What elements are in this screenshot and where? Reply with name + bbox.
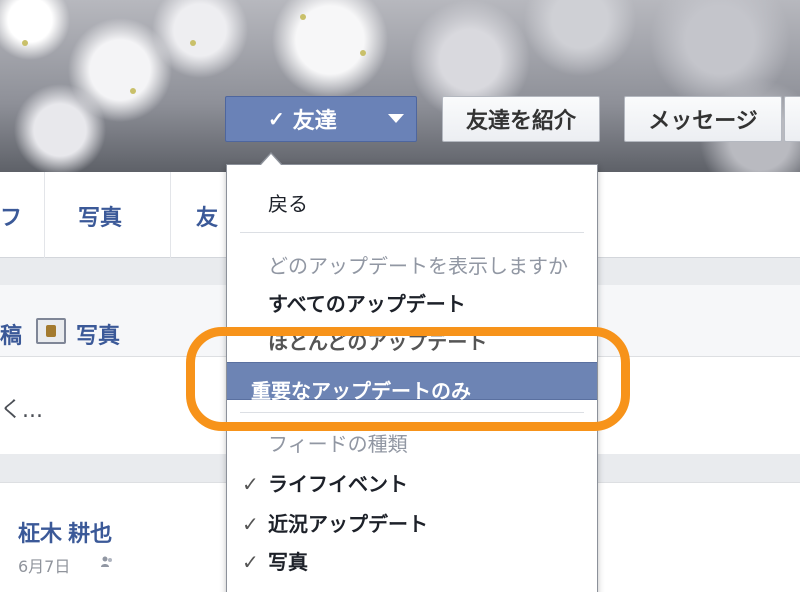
- menu-header-feed-type: フィードの種類: [268, 432, 408, 456]
- composer-tab-partial[interactable]: 稿: [0, 318, 22, 350]
- menu-item-all-updates[interactable]: すべてのアップデート: [268, 288, 466, 317]
- nav-tab-friends[interactable]: 友: [196, 200, 218, 232]
- check-icon: ✓: [242, 552, 259, 574]
- caret-down-icon: [388, 114, 404, 123]
- people-icon: [101, 556, 112, 567]
- menu-item-label: 近況アップデート: [268, 514, 428, 536]
- cover-photo: [0, 0, 800, 172]
- menu-divider: [240, 232, 584, 233]
- menu-item-label: ライフイベント: [268, 474, 408, 496]
- photo-icon: [36, 318, 66, 344]
- menu-item-status-updates[interactable]: ✓ 近況アップデート: [242, 508, 428, 537]
- check-icon: ✓: [268, 108, 285, 131]
- menu-item-back[interactable]: 戻る: [268, 188, 308, 217]
- highlight-annotation: [186, 327, 630, 431]
- post-author-link[interactable]: 柾木 耕也: [18, 516, 112, 548]
- check-icon: ✓: [242, 514, 259, 536]
- menu-header-updates: どのアップデートを表示しますか: [268, 254, 568, 278]
- composer-tab-photo[interactable]: 写真: [76, 318, 120, 350]
- friend-button-label: 友達: [292, 108, 337, 133]
- nav-tab-partial[interactable]: フ: [0, 200, 22, 232]
- menu-item-life-events[interactable]: ✓ ライフイベント: [242, 468, 408, 497]
- friend-dropdown-button[interactable]: ✓ 友達: [225, 96, 417, 142]
- nav-tab-photos[interactable]: 写真: [78, 200, 122, 232]
- check-icon: ✓: [242, 474, 259, 496]
- menu-item-photos[interactable]: ✓ 写真: [242, 546, 308, 575]
- menu-item-label: 写真: [268, 552, 308, 574]
- message-button[interactable]: メッセージ: [624, 96, 782, 142]
- post-date[interactable]: 6月7日: [18, 553, 70, 577]
- introduce-friends-button[interactable]: 友達を紹介: [442, 96, 600, 142]
- more-button[interactable]: [784, 96, 800, 142]
- composer-placeholder[interactable]: く...: [0, 392, 43, 424]
